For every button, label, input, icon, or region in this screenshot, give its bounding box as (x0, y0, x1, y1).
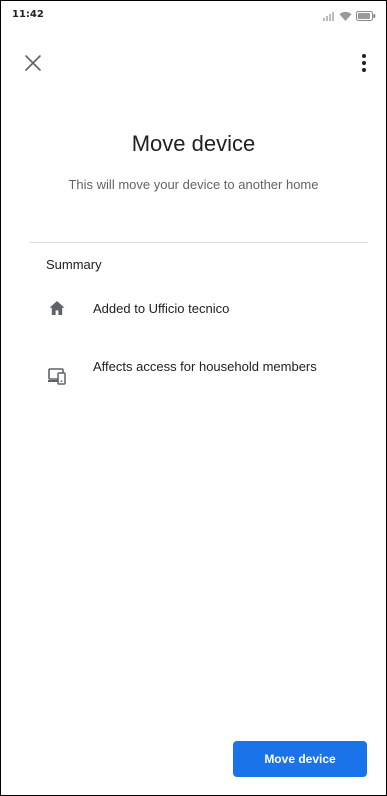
page-subtitle: This will move your device to another ho… (68, 177, 319, 192)
more-options-button[interactable] (352, 51, 376, 75)
more-vert-icon (352, 54, 376, 79)
screen: 11:42 Move device This will move your de… (0, 0, 387, 796)
devices-icon (48, 367, 66, 385)
page-title: Move device (131, 131, 256, 156)
close-button[interactable] (21, 51, 45, 75)
divider (29, 242, 368, 243)
home-icon (48, 299, 66, 317)
summary-item-label: Added to Ufficio tecnico (93, 301, 230, 316)
close-icon (21, 55, 45, 79)
move-device-button[interactable]: Move device (233, 741, 367, 777)
battery-icon (356, 8, 376, 26)
summary-item-label: Affects access for household members (93, 359, 317, 374)
signal-icon (323, 8, 335, 26)
status-bar: 11:42 (1, 1, 386, 27)
status-icons (323, 8, 376, 26)
summary-heading: Summary (46, 257, 102, 272)
app-bar (1, 49, 386, 79)
wifi-icon (339, 8, 352, 26)
status-time: 11:42 (12, 9, 44, 20)
